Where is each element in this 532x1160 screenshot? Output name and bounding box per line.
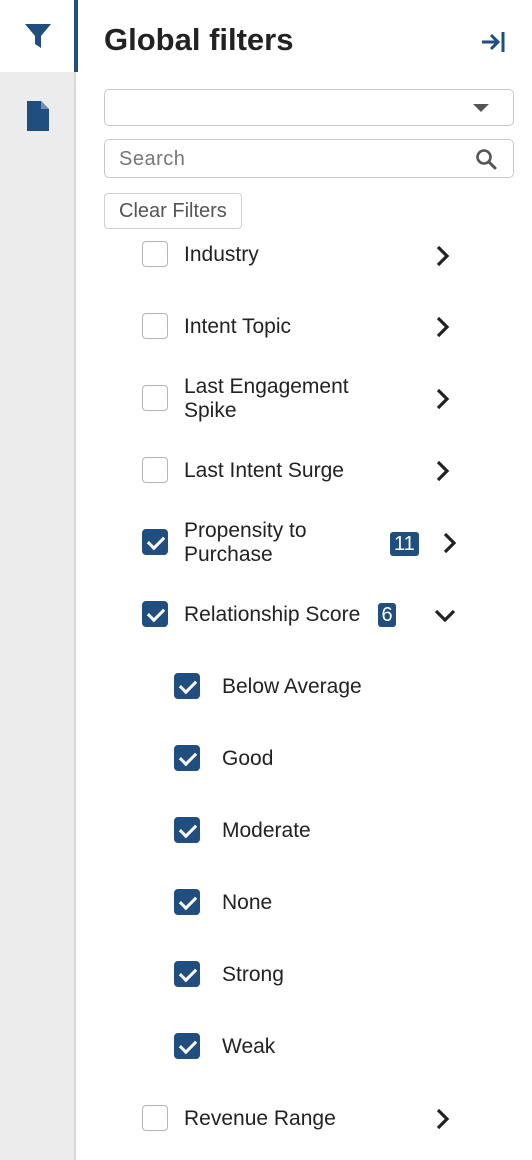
option-checkbox-strong[interactable] <box>174 961 200 987</box>
filter-checkbox-revenue-range[interactable] <box>142 1105 168 1131</box>
filter-label: Last Engagement Spike <box>184 375 349 422</box>
filter-checkbox-propensity-to-purchase[interactable] <box>142 529 168 555</box>
option-row-moderate[interactable]: Moderate <box>78 794 532 866</box>
filter-row-relationship-score[interactable]: Relationship Score 6 <box>78 578 532 650</box>
option-checkbox-good[interactable] <box>174 745 200 771</box>
selected-count-badge: 6 <box>378 603 396 627</box>
option-checkbox-weak[interactable] <box>174 1033 200 1059</box>
document-icon <box>27 101 49 131</box>
filter-label: Last Intent Surge <box>184 459 344 482</box>
chevron-right-icon[interactable] <box>430 459 454 483</box>
option-label: None <box>222 891 273 914</box>
filter-set-dropdown[interactable] <box>104 89 514 126</box>
filter-row-intent-topic[interactable]: Intent Topic <box>78 290 532 362</box>
filter-icon <box>25 24 51 48</box>
left-rail <box>0 0 78 1160</box>
option-row-none[interactable]: None <box>78 866 532 938</box>
chevron-down-icon <box>473 104 489 112</box>
chevron-right-icon[interactable] <box>430 244 454 268</box>
filter-list[interactable]: Industry Intent Topic Last Engagement Sp… <box>78 229 532 1160</box>
filter-checkbox-relationship-score[interactable] <box>142 601 168 627</box>
search-icon[interactable] <box>475 148 497 170</box>
filter-checkbox-last-intent-surge[interactable] <box>142 457 168 483</box>
global-filters-panel: Global filters Clear Filters Industry <box>78 0 532 1160</box>
option-checkbox-moderate[interactable] <box>174 817 200 843</box>
chevron-right-icon[interactable] <box>430 387 454 411</box>
filter-row-last-intent-surge[interactable]: Last Intent Surge <box>78 434 532 506</box>
option-checkbox-none[interactable] <box>174 889 200 915</box>
collapse-panel-button[interactable] <box>480 28 508 56</box>
filter-label: Revenue Range <box>184 1107 336 1130</box>
filter-row-last-engagement-spike[interactable]: Last Engagement Spike <box>78 362 532 434</box>
selected-count-badge: 11 <box>390 532 419 556</box>
rail-filters-button[interactable] <box>0 0 78 72</box>
clear-filters-button[interactable]: Clear Filters <box>104 193 242 229</box>
option-label: Moderate <box>222 819 311 842</box>
option-row-strong[interactable]: Strong <box>78 938 532 1010</box>
search-box <box>104 139 514 178</box>
chevron-right-icon[interactable] <box>430 315 454 339</box>
rail-documents-button[interactable] <box>0 80 76 152</box>
option-checkbox-below-average[interactable] <box>174 673 200 699</box>
option-label: Good <box>222 747 274 770</box>
panel-title: Global filters <box>104 22 294 57</box>
option-label: Weak <box>222 1035 276 1058</box>
search-input[interactable] <box>119 146 459 172</box>
filter-row-revenue-range[interactable]: Revenue Range <box>78 1082 532 1154</box>
filter-label: Propensity to Purchase <box>184 519 307 566</box>
filter-row-industry[interactable]: Industry <box>78 229 532 290</box>
option-label: Strong <box>222 963 284 986</box>
filter-label: Relationship Score <box>184 603 361 626</box>
option-row-good[interactable]: Good <box>78 722 532 794</box>
chevron-down-icon[interactable] <box>433 604 457 628</box>
option-label: Below Average <box>222 675 362 698</box>
collapse-right-icon <box>482 32 505 52</box>
filter-label: Intent Topic <box>184 315 292 338</box>
filter-row-propensity-to-purchase[interactable]: Propensity to Purchase 11 <box>78 506 532 578</box>
filter-label: Industry <box>184 243 259 266</box>
option-row-weak[interactable]: Weak <box>78 1010 532 1082</box>
filter-checkbox-industry[interactable] <box>142 241 168 267</box>
chevron-right-icon[interactable] <box>437 531 461 555</box>
option-row-below-average[interactable]: Below Average <box>78 650 532 722</box>
filter-checkbox-last-engagement-spike[interactable] <box>142 385 168 411</box>
chevron-right-icon[interactable] <box>430 1107 454 1131</box>
filter-checkbox-intent-topic[interactable] <box>142 313 168 339</box>
